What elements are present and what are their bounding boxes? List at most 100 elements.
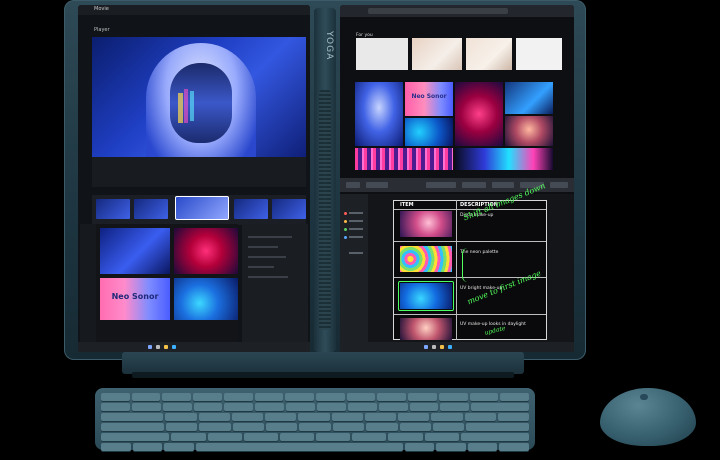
key[interactable]: [231, 413, 264, 421]
key[interactable]: [171, 433, 206, 441]
table-row-image[interactable]: [400, 211, 452, 237]
toolbar-button[interactable]: [492, 182, 514, 188]
key[interactable]: [317, 403, 346, 411]
key[interactable]: [193, 403, 223, 411]
toolbar-button[interactable]: [550, 182, 568, 188]
properties-panel[interactable]: [242, 224, 308, 342]
key[interactable]: [399, 423, 431, 431]
table-row-image[interactable]: [400, 246, 452, 272]
key[interactable]: [132, 443, 163, 451]
key[interactable]: [424, 433, 459, 441]
backspace-key[interactable]: [471, 403, 530, 411]
timeline-thumbnail[interactable]: [134, 199, 168, 219]
space-key[interactable]: [195, 443, 403, 451]
tab-key[interactable]: [101, 413, 164, 421]
key[interactable]: [207, 433, 242, 441]
key[interactable]: [286, 403, 316, 411]
toolbar-button[interactable]: [366, 182, 388, 188]
enter-key[interactable]: [466, 423, 530, 431]
key[interactable]: [352, 433, 387, 441]
key[interactable]: [332, 423, 365, 431]
timeline-thumbnail[interactable]: [234, 199, 268, 219]
nav-item[interactable]: [349, 236, 363, 238]
key[interactable]: [464, 413, 496, 421]
nav-item[interactable]: [349, 228, 363, 230]
key[interactable]: [101, 443, 131, 451]
gallery-image-stripes[interactable]: [355, 148, 453, 170]
key[interactable]: [162, 393, 192, 401]
key[interactable]: [131, 393, 161, 401]
key[interactable]: [101, 403, 130, 411]
timeline-thumbnail[interactable]: [96, 199, 130, 219]
taskbar-app-icon[interactable]: [156, 345, 160, 349]
key[interactable]: [265, 423, 298, 431]
gallery-image-neon-face[interactable]: [455, 82, 503, 146]
key[interactable]: [243, 433, 278, 441]
caps-key[interactable]: [101, 423, 164, 431]
start-icon[interactable]: [424, 345, 428, 349]
mouse-scroll-wheel[interactable]: [640, 394, 648, 400]
right-taskbar[interactable]: [340, 342, 574, 352]
key[interactable]: [364, 413, 397, 421]
video-player-preview[interactable]: [92, 37, 306, 157]
key[interactable]: [366, 423, 398, 431]
key[interactable]: [193, 393, 222, 401]
gallery-image-glow[interactable]: [455, 148, 553, 170]
taskbar-app-icon[interactable]: [172, 345, 176, 349]
gallery-image-portrait[interactable]: [355, 82, 403, 146]
shift-key[interactable]: [460, 433, 530, 441]
start-icon[interactable]: [148, 345, 152, 349]
toolbar-button[interactable]: [462, 182, 486, 188]
key[interactable]: [254, 393, 284, 401]
table-row-image[interactable]: [400, 318, 452, 340]
feed-card[interactable]: [356, 38, 408, 70]
feed-card[interactable]: [412, 38, 462, 70]
key[interactable]: [438, 393, 468, 401]
key[interactable]: [165, 413, 197, 421]
taskbar-app-icon[interactable]: [440, 345, 444, 349]
wireless-mouse[interactable]: [600, 388, 696, 446]
bluetooth-keyboard[interactable]: [95, 388, 535, 451]
key[interactable]: [388, 433, 423, 441]
key[interactable]: [165, 423, 198, 431]
key[interactable]: [131, 403, 161, 411]
toolbar-button[interactable]: [346, 182, 360, 188]
key[interactable]: [346, 393, 376, 401]
key[interactable]: [500, 393, 530, 401]
key[interactable]: [499, 443, 530, 451]
key[interactable]: [377, 393, 407, 401]
key[interactable]: [432, 423, 465, 431]
key[interactable]: [331, 413, 363, 421]
taskbar-app-icon[interactable]: [448, 345, 452, 349]
left-taskbar[interactable]: [78, 342, 310, 352]
key[interactable]: [265, 413, 297, 421]
shift-key[interactable]: [101, 433, 170, 441]
key[interactable]: [279, 433, 315, 441]
player-controls[interactable]: [92, 157, 306, 187]
key[interactable]: [469, 393, 499, 401]
key[interactable]: [408, 393, 437, 401]
browser-address-bar[interactable]: [368, 8, 508, 14]
key[interactable]: [467, 443, 498, 451]
key[interactable]: [224, 403, 254, 411]
key[interactable]: [436, 443, 466, 451]
key[interactable]: [316, 393, 345, 401]
key[interactable]: [497, 413, 530, 421]
nav-item[interactable]: [349, 212, 363, 214]
feed-card[interactable]: [516, 38, 562, 70]
nav-item[interactable]: [349, 220, 363, 222]
media-tile-neon[interactable]: [174, 228, 238, 274]
key[interactable]: [285, 393, 315, 401]
key[interactable]: [298, 413, 330, 421]
key[interactable]: [232, 423, 264, 431]
gallery-image-makeup[interactable]: [505, 116, 553, 146]
key[interactable]: [404, 443, 435, 451]
key[interactable]: [299, 423, 331, 431]
key[interactable]: [409, 403, 439, 411]
key[interactable]: [255, 403, 285, 411]
feed-card[interactable]: [466, 38, 512, 70]
key[interactable]: [198, 413, 230, 421]
media-tile-abstract[interactable]: [174, 278, 238, 320]
nav-item[interactable]: [349, 252, 363, 254]
taskbar-app-icon[interactable]: [164, 345, 168, 349]
